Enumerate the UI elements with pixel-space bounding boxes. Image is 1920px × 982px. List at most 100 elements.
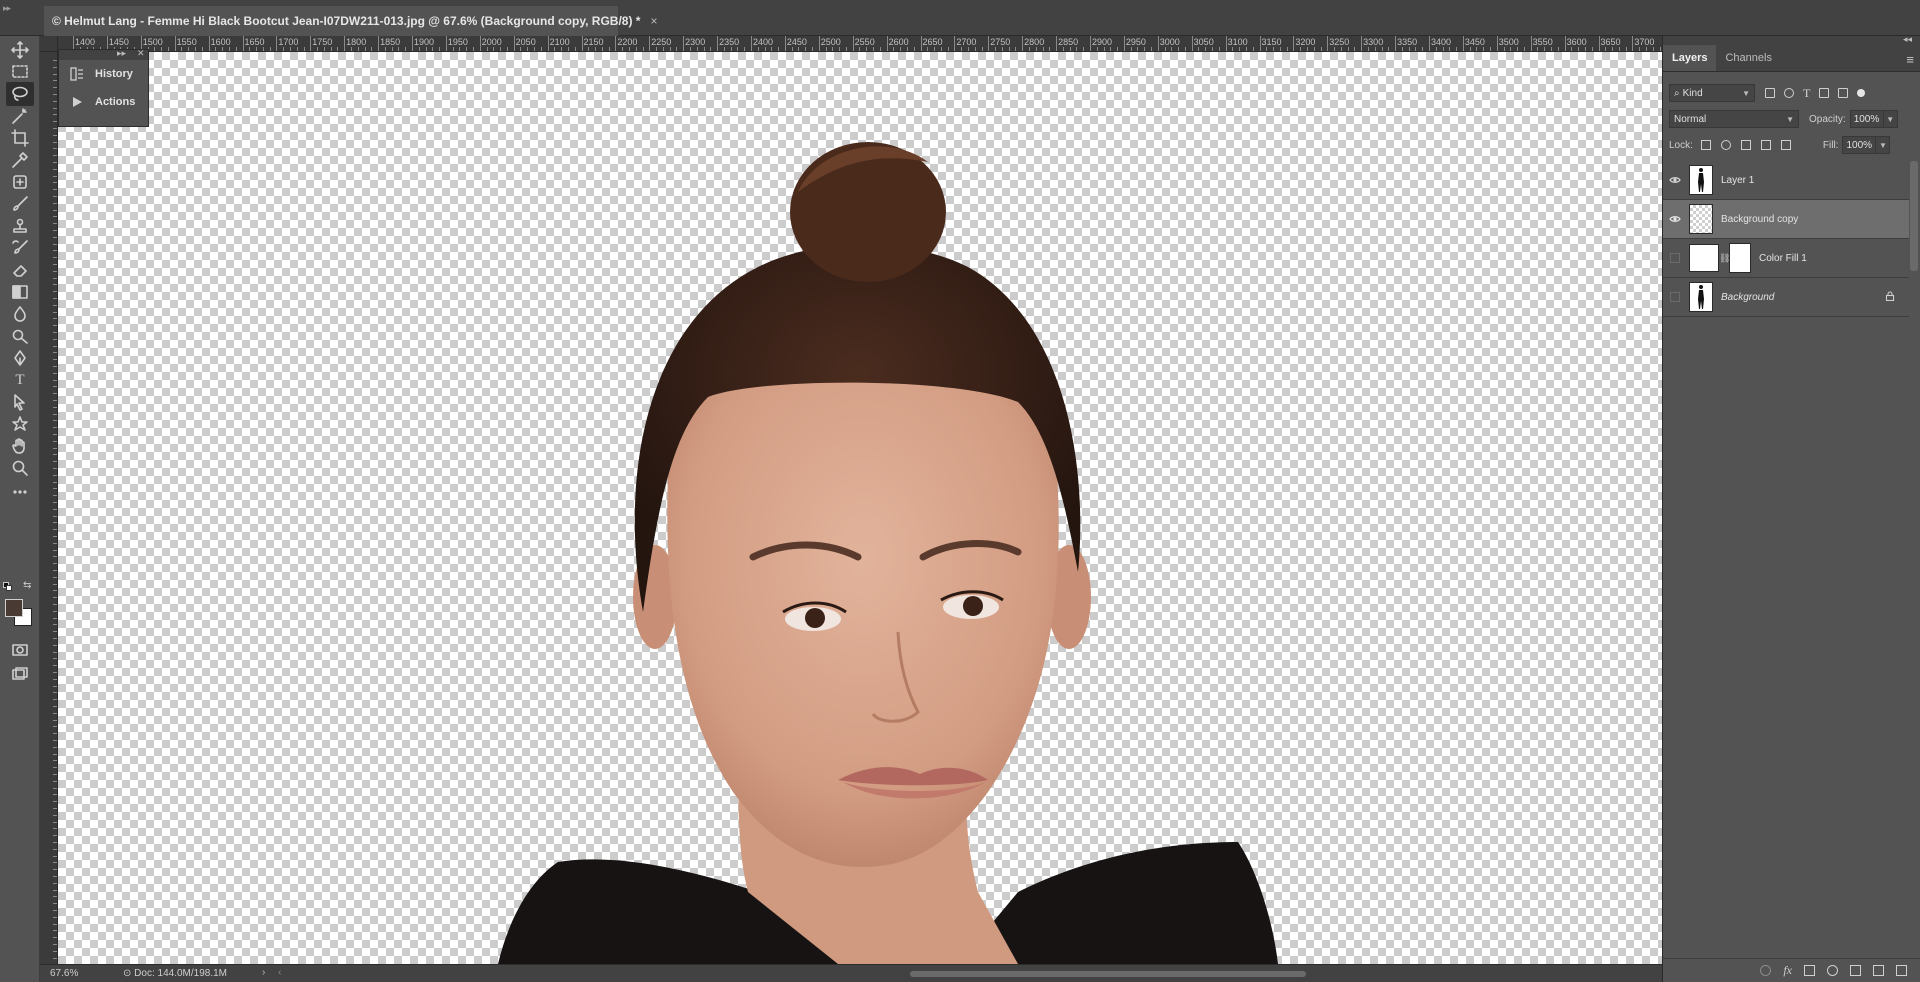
fill-dropdown-icon[interactable]: ▼ xyxy=(1876,136,1891,154)
ruler-tick xyxy=(1591,47,1593,51)
layer-row-background-copy[interactable]: Background copy xyxy=(1663,200,1909,239)
tab-channels[interactable]: Channels xyxy=(1716,45,1780,71)
document-canvas[interactable] xyxy=(58,52,1662,964)
adjustment-layer-icon[interactable] xyxy=(1827,965,1838,976)
filter-toggle-icon[interactable] xyxy=(1857,89,1866,97)
lock-transparent-icon[interactable] xyxy=(1700,140,1711,150)
trash-icon[interactable] xyxy=(1896,965,1907,976)
layer-name[interactable]: Layer 1 xyxy=(1721,175,1754,186)
lasso-tool-icon[interactable] xyxy=(6,82,34,106)
shape-filter-icon[interactable] xyxy=(1819,88,1830,98)
panel-menu-icon[interactable]: ≡ xyxy=(1906,52,1914,67)
layer-mask-thumbnail[interactable] xyxy=(1729,243,1751,273)
close-panel-icon[interactable]: ✕ xyxy=(137,48,145,59)
move-tool-icon[interactable] xyxy=(6,38,34,62)
ruler-tick xyxy=(757,47,759,51)
marquee-tool-icon[interactable] xyxy=(6,60,34,84)
pen-tool-icon[interactable] xyxy=(6,346,34,370)
clone-stamp-tool-icon[interactable] xyxy=(6,214,34,238)
swap-colors-icon[interactable]: ⇆ xyxy=(23,580,31,591)
lock-position-icon[interactable] xyxy=(1740,140,1751,150)
new-layer-icon[interactable] xyxy=(1873,965,1884,976)
lock-image-icon[interactable] xyxy=(1720,140,1731,150)
layer-name[interactable]: Background copy xyxy=(1721,214,1798,225)
dodge-tool-icon[interactable] xyxy=(6,324,34,348)
eye-icon[interactable] xyxy=(1663,161,1687,200)
zoom-level[interactable]: 67.6% xyxy=(50,968,78,979)
lock-artboard-icon[interactable] xyxy=(1760,140,1771,150)
collapse-panel-icon[interactable]: ▸▸ xyxy=(117,48,126,59)
type-filter-icon[interactable]: T xyxy=(1803,87,1810,99)
opacity-dropdown-icon[interactable]: ▼ xyxy=(1883,110,1898,128)
history-brush-tool-icon[interactable] xyxy=(6,236,34,260)
filter-kind-select[interactable]: ⌕ Kind ▼ xyxy=(1669,84,1755,102)
fill-input[interactable]: 100% xyxy=(1842,136,1877,154)
smart-object-filter-icon[interactable] xyxy=(1838,88,1849,98)
ruler-tick xyxy=(696,47,698,51)
healing-brush-tool-icon[interactable] xyxy=(6,170,34,194)
screen-mode-icon[interactable] xyxy=(6,662,34,686)
layer-row-background[interactable]: Background xyxy=(1663,278,1909,317)
collapse-toolbar-icon[interactable]: ▸▸ xyxy=(3,3,11,14)
layers-scrollbar[interactable] xyxy=(1910,161,1918,271)
ruler-tick xyxy=(642,47,644,51)
ruler-label: 1950 xyxy=(447,37,468,47)
tab-layers[interactable]: Layers xyxy=(1663,45,1717,71)
custom-shape-tool-icon[interactable] xyxy=(6,412,34,436)
layer-style-fx-button[interactable]: fx xyxy=(1783,963,1792,978)
blend-mode-select[interactable]: Normal ▼ xyxy=(1669,110,1799,128)
layer-name[interactable]: Color Fill 1 xyxy=(1759,253,1807,264)
layer-row-layer-1[interactable]: Layer 1 xyxy=(1663,161,1909,200)
more-tools-icon[interactable] xyxy=(6,480,34,504)
collapse-dock-icon[interactable]: ◂◂ xyxy=(1903,34,1912,45)
type-tool-icon[interactable]: T xyxy=(6,368,34,392)
document-tab[interactable]: © Helmut Lang - Femme Hi Black Bootcut J… xyxy=(44,6,657,36)
foreground-color-swatch[interactable] xyxy=(5,599,23,617)
ruler-label: 2500 xyxy=(820,37,841,47)
blur-tool-icon[interactable] xyxy=(6,302,34,326)
visibility-toggle[interactable] xyxy=(1663,278,1687,317)
scroll-left-icon[interactable]: ‹ xyxy=(278,967,281,978)
quick-mask-icon[interactable] xyxy=(6,638,34,662)
eraser-tool-icon[interactable] xyxy=(6,258,34,282)
add-mask-icon[interactable] xyxy=(1804,965,1815,976)
history-panel-button[interactable]: History xyxy=(59,60,148,88)
crop-tool-icon[interactable] xyxy=(6,126,34,150)
horizontal-scrollbar[interactable] xyxy=(910,971,1306,977)
eyedropper-tool-icon[interactable] xyxy=(6,148,34,172)
zoom-tool-icon[interactable] xyxy=(6,456,34,480)
ruler-tick xyxy=(53,678,57,680)
visibility-toggle[interactable] xyxy=(1663,239,1687,278)
brush-tool-icon[interactable] xyxy=(6,192,34,216)
default-colors-icon[interactable] xyxy=(3,582,13,592)
magic-wand-tool-icon[interactable] xyxy=(6,104,34,128)
hand-tool-icon[interactable] xyxy=(6,434,34,458)
ruler-tick xyxy=(53,916,57,918)
link-layers-icon[interactable] xyxy=(1760,965,1772,976)
layer-name[interactable]: Background xyxy=(1721,292,1774,303)
new-group-folder-icon[interactable] xyxy=(1850,965,1861,976)
ruler-tick xyxy=(1537,47,1539,51)
ruler-tick xyxy=(1334,47,1336,51)
horizontal-ruler[interactable]: 1400 1450 1500 1550 1600 1650 1700 1750 1800 1850… xyxy=(58,36,1662,52)
path-selection-tool-icon[interactable] xyxy=(6,390,34,414)
close-tab-icon[interactable]: × xyxy=(650,14,657,28)
ruler-tick xyxy=(710,47,712,51)
floating-panel-header[interactable]: ▸▸ ✕ xyxy=(59,48,148,60)
lock-all-icon[interactable] xyxy=(1780,140,1791,150)
actions-panel-button[interactable]: Actions xyxy=(59,88,148,116)
status-menu-arrow-icon[interactable]: › xyxy=(262,967,265,978)
ruler-tick xyxy=(235,47,237,51)
ruler-origin[interactable] xyxy=(40,36,58,52)
adjustment-filter-icon[interactable] xyxy=(1784,88,1794,98)
pixel-filter-icon[interactable] xyxy=(1765,88,1775,98)
eye-icon[interactable] xyxy=(1663,200,1687,239)
layer-row-color-fill-1[interactable]: ⛓ Color Fill 1 xyxy=(1663,239,1909,278)
vertical-ruler[interactable] xyxy=(40,52,58,964)
ruler-tick xyxy=(53,73,57,75)
ruler-tick xyxy=(53,706,57,707)
opacity-input[interactable]: 100% xyxy=(1849,110,1884,128)
chain-link-icon[interactable]: ⛓ xyxy=(1719,253,1730,264)
gradient-tool-icon[interactable] xyxy=(6,280,34,304)
ruler-tick xyxy=(981,47,983,51)
